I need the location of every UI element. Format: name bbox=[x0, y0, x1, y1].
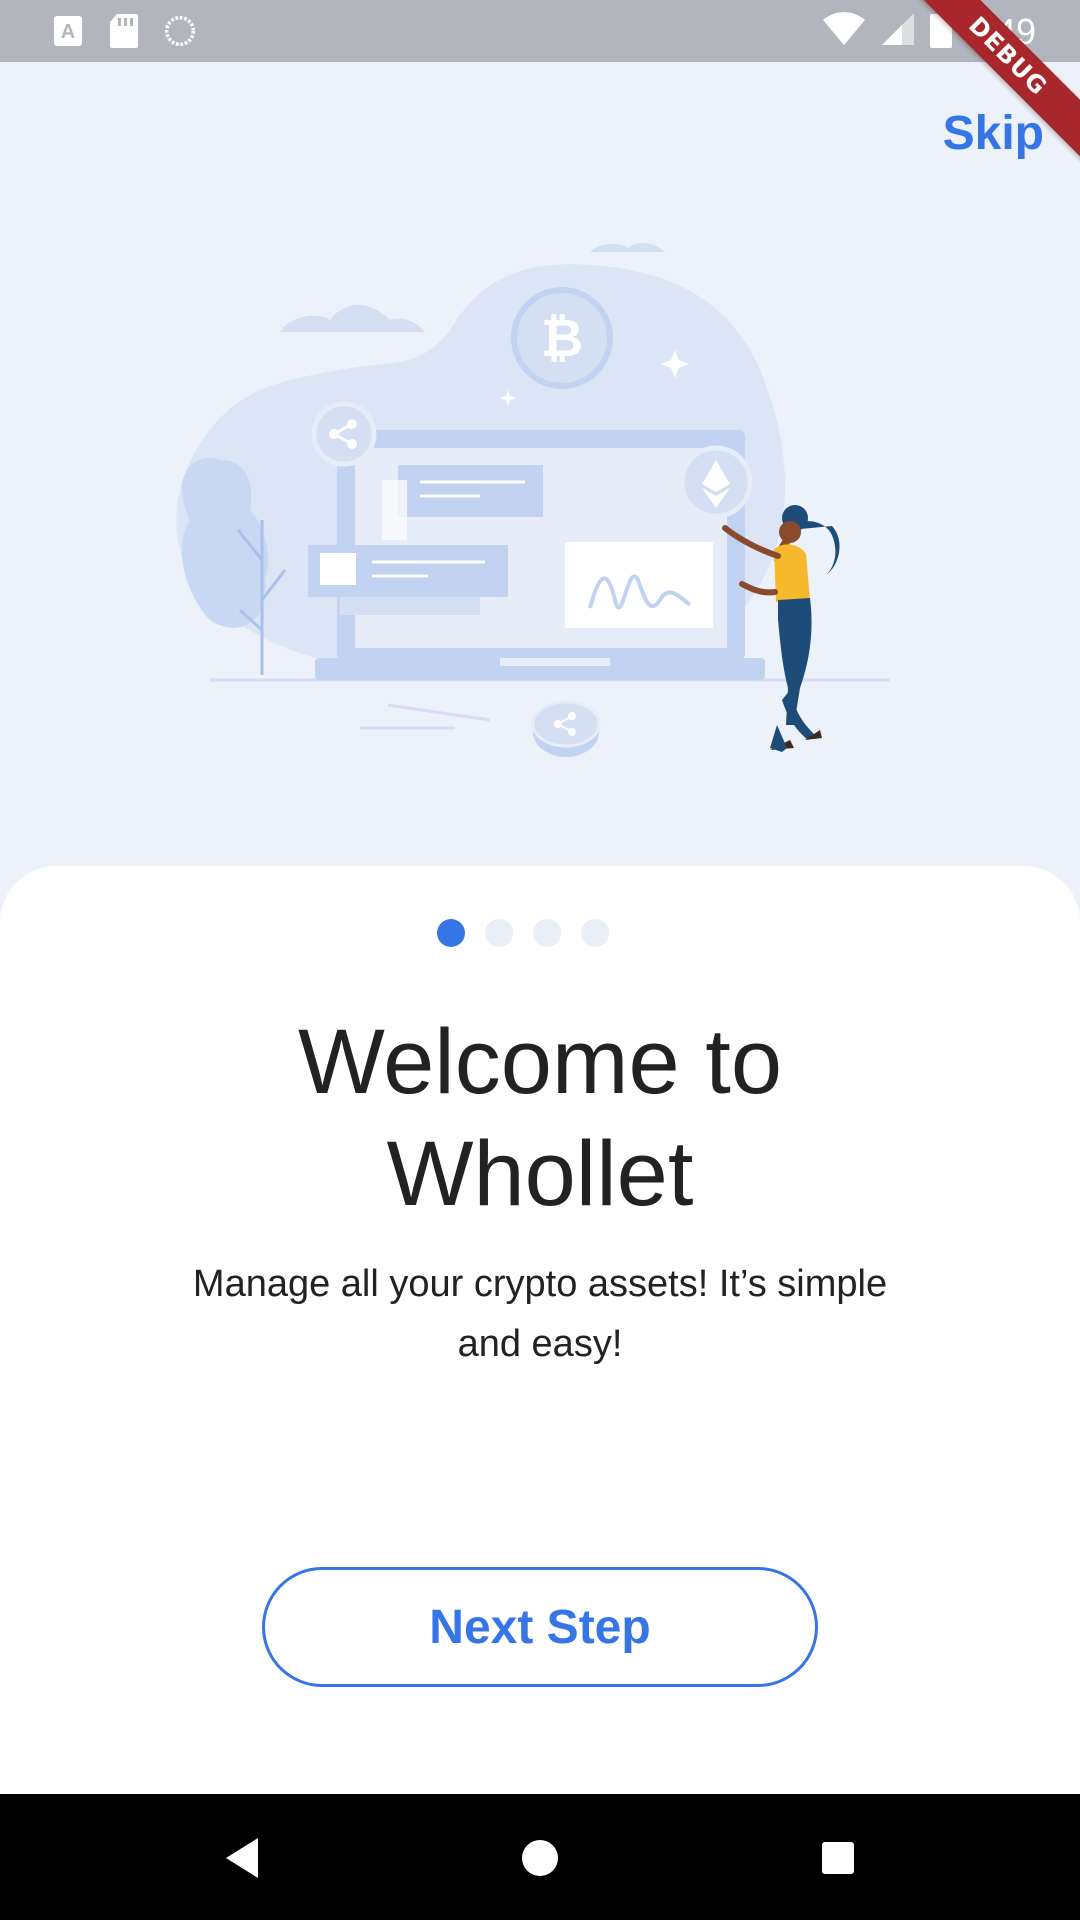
skip-button[interactable]: Skip bbox=[943, 106, 1044, 161]
page-title: Welcome to Whollet bbox=[297, 1011, 783, 1225]
home-icon[interactable] bbox=[512, 1830, 568, 1886]
page-dot[interactable] bbox=[485, 919, 513, 947]
navigation-bar bbox=[0, 1794, 1080, 1920]
recents-icon[interactable] bbox=[810, 1830, 866, 1886]
back-icon[interactable] bbox=[214, 1830, 270, 1886]
sync-circle-icon bbox=[164, 13, 196, 49]
svg-text:A: A bbox=[61, 21, 75, 43]
wifi-icon bbox=[822, 11, 866, 52]
status-bar: A 9:49 bbox=[0, 0, 1080, 62]
page-subtitle: Manage all your crypto assets! It’s simp… bbox=[192, 1263, 888, 1365]
page-indicator bbox=[0, 919, 1080, 947]
signal-icon bbox=[880, 11, 916, 52]
next-step-button[interactable]: Next Step bbox=[262, 1567, 818, 1687]
page-dot[interactable] bbox=[581, 919, 609, 947]
keyboard-a-icon: A bbox=[52, 13, 84, 49]
page-dot[interactable] bbox=[533, 919, 561, 947]
sd-card-icon bbox=[108, 13, 140, 49]
page-dot-active[interactable] bbox=[437, 919, 465, 947]
crypto-onboarding-illustration: ₿ bbox=[150, 220, 930, 780]
svg-text:₿: ₿ bbox=[541, 309, 583, 369]
